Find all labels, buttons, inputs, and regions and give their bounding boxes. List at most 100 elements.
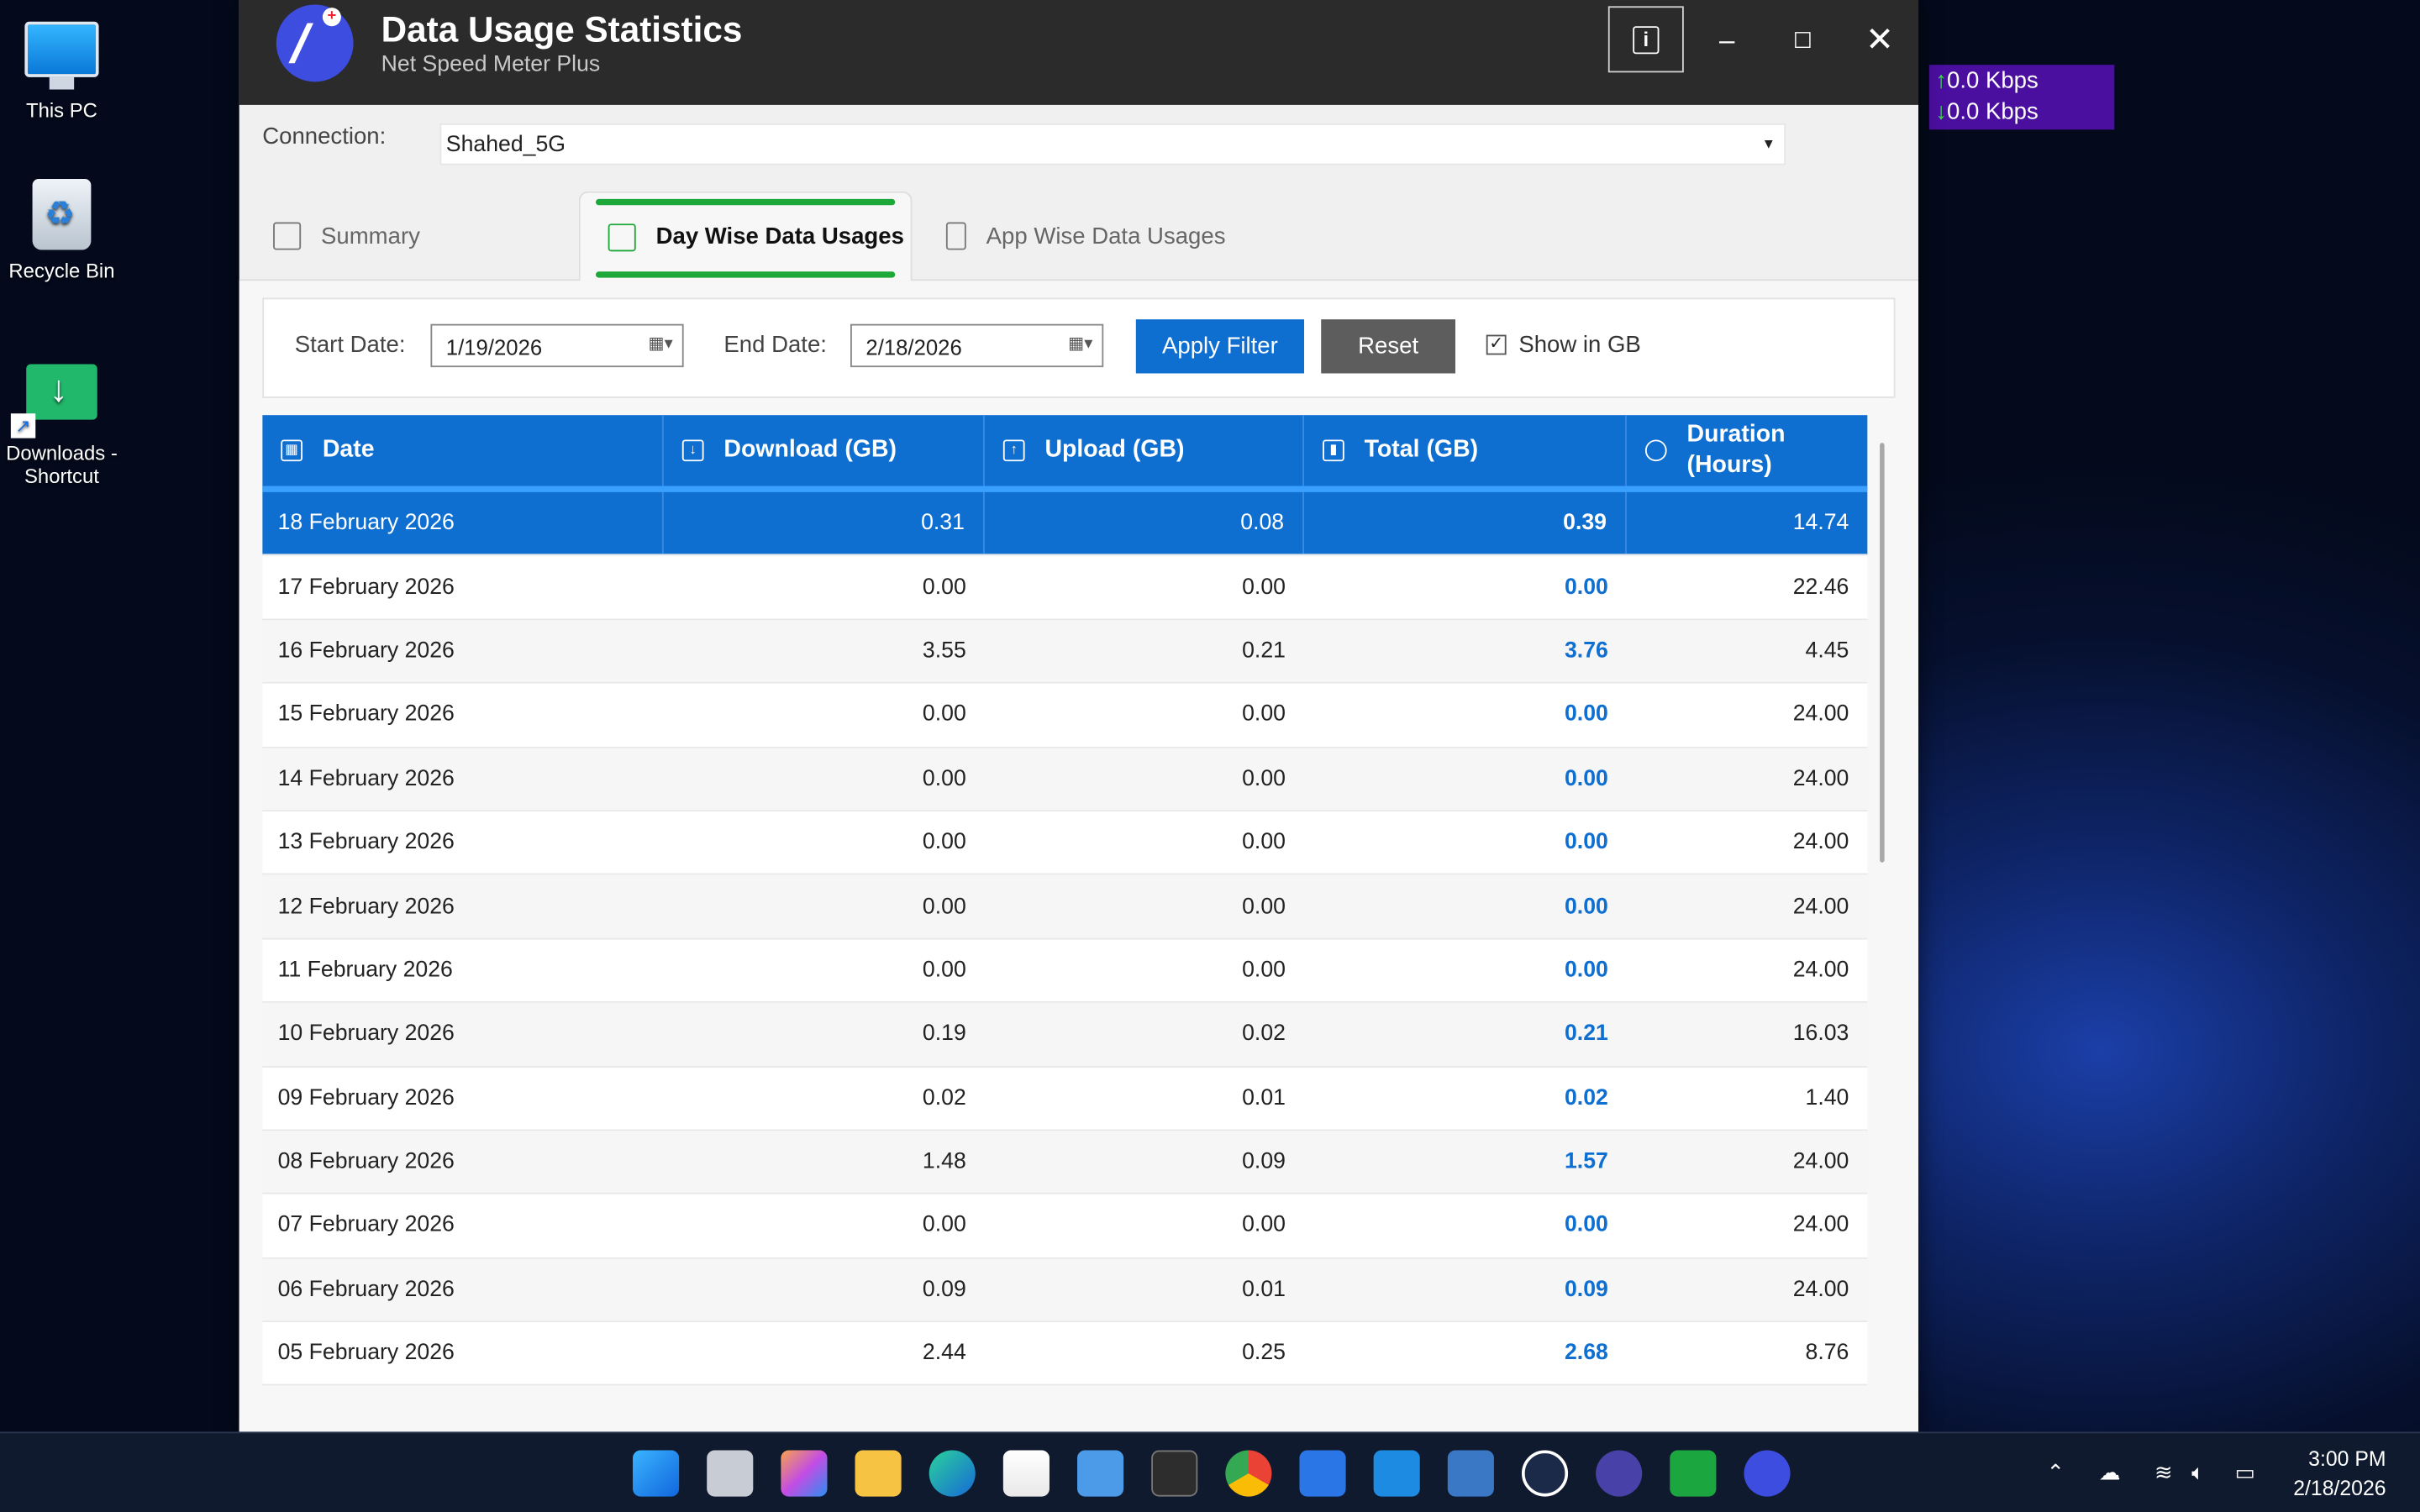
screen: This PC Recycle Bin ↗ Downloads - Shortc…: [0, 0, 2420, 1512]
cell-duration: 16.03: [1792, 1021, 1849, 1047]
table-row[interactable]: 16 February 2026 3.55 0.21 3.76 4.45: [262, 619, 1868, 684]
cell-duration: 22.46: [1792, 575, 1849, 600]
calendar-icon: [608, 223, 636, 251]
cell-duration: 24.00: [1792, 766, 1849, 791]
cell-total: 0.00: [1564, 766, 1608, 791]
show-in-gb-checkbox[interactable]: ✓: [1486, 334, 1507, 355]
end-date-picker[interactable]: 2/18/2026 ▦▾: [850, 323, 1104, 368]
vscode-icon[interactable]: [1373, 1450, 1420, 1497]
table-row[interactable]: 12 February 2026 0.00 0.00 0.00 24.00: [262, 875, 1868, 940]
table-row[interactable]: 09 February 2026 0.02 0.01 0.02 1.40: [262, 1067, 1868, 1131]
column-header-download[interactable]: ↓ Download (GB): [664, 415, 985, 486]
app-logo-icon: [276, 4, 354, 82]
window-title: Data Usage Statistics: [381, 9, 743, 50]
connection-select[interactable]: Shahed_5G ▼: [439, 123, 1786, 165]
cell-download: 0.00: [922, 702, 966, 727]
onedrive-icon[interactable]: ☁: [2099, 1460, 2121, 1486]
tab-app-wise[interactable]: App Wise Data Usages: [945, 192, 1225, 281]
download-icon: ↓: [681, 439, 704, 462]
cell-total: 0.02: [1564, 1085, 1608, 1110]
cell-upload: 0.08: [985, 491, 1305, 555]
column-header-duration[interactable]: Duration (Hours): [1627, 415, 1868, 486]
clock-time: 3:00 PM: [2308, 1446, 2386, 1471]
table-row[interactable]: 13 February 2026 0.00 0.00 0.00 24.00: [262, 811, 1868, 876]
speedometer-icon[interactable]: [1521, 1450, 1569, 1497]
table-row[interactable]: 17 February 2026 0.00 0.00 0.00 22.46: [262, 555, 1868, 620]
wifi-icon[interactable]: ≋: [2154, 1460, 2173, 1486]
cell-date: 15 February 2026: [277, 702, 455, 727]
app-icon[interactable]: [1299, 1450, 1346, 1497]
table-row[interactable]: 05 February 2026 2.44 0.25 2.68 8.76: [262, 1322, 1868, 1387]
column-header-total[interactable]: ▮ Total (GB): [1304, 415, 1627, 486]
task-view-icon[interactable]: [707, 1450, 754, 1497]
desktop-icon-this-pc[interactable]: This PC: [0, 9, 124, 122]
desktop-icon-label: Downloads - Shortcut: [6, 441, 118, 488]
cell-upload: 0.01: [1242, 1277, 1286, 1302]
cell-date: 13 February 2026: [277, 830, 455, 855]
system-clock[interactable]: 3:00 PM 2/18/2026: [2293, 1444, 2386, 1503]
calendar-dropdown-icon[interactable]: ▦▾: [1068, 333, 1092, 354]
desktop-icon-downloads[interactable]: ↗ Downloads - Shortcut: [0, 352, 124, 488]
filter-bar: Start Date: 1/19/2026 ▦▾ End Date: 2/18/…: [262, 297, 1896, 398]
terminal-icon[interactable]: [1151, 1450, 1198, 1497]
cell-upload: 0.09: [1242, 1149, 1286, 1174]
chevron-up-icon[interactable]: ⌃: [2046, 1460, 2065, 1486]
bar-chart-icon: [273, 222, 302, 250]
desktop-icon-recycle-bin[interactable]: Recycle Bin: [0, 179, 124, 282]
table-row[interactable]: 15 February 2026 0.00 0.00 0.00 24.00: [262, 683, 1868, 748]
title-bar[interactable]: Data Usage Statistics Net Speed Meter Pl…: [239, 0, 1919, 105]
calendar-dropdown-icon[interactable]: ▦▾: [649, 333, 673, 354]
remote-desktop-icon[interactable]: [1447, 1450, 1494, 1497]
reset-button[interactable]: Reset: [1321, 319, 1456, 374]
file-explorer-icon[interactable]: [855, 1450, 902, 1497]
table-row[interactable]: 14 February 2026 0.00 0.00 0.00 24.00: [262, 747, 1868, 812]
monitor-icon: [24, 21, 99, 90]
updown-icon[interactable]: [1670, 1450, 1717, 1497]
show-in-gb-label[interactable]: Show in GB: [1518, 332, 1641, 358]
minimize-button[interactable]: –: [1708, 22, 1745, 59]
battery-icon[interactable]: ▭: [2235, 1460, 2255, 1486]
store-icon[interactable]: [1002, 1450, 1050, 1497]
start-icon[interactable]: [633, 1450, 680, 1497]
cell-date: 18 February 2026: [262, 491, 664, 555]
recycle-bin-icon: [32, 179, 92, 250]
table-row[interactable]: 11 February 2026 0.00 0.00 0.00 24.00: [262, 939, 1868, 1004]
photos-icon[interactable]: [1077, 1450, 1124, 1497]
table-body: 18 February 2026 0.31 0.08 0.39 14.74 17 Febr…: [262, 491, 1868, 1387]
tab-summary[interactable]: Summary: [273, 192, 420, 281]
cell-total: 0.00: [1564, 958, 1608, 983]
cell-upload: 0.00: [1242, 830, 1286, 855]
maximize-button[interactable]: ☐: [1784, 22, 1821, 59]
tab-day-wise[interactable]: Day Wise Data Usages: [578, 191, 913, 281]
info-button[interactable]: i: [1607, 6, 1684, 73]
copilot-icon[interactable]: [781, 1450, 828, 1497]
cell-download: 1.48: [922, 1149, 966, 1174]
chrome-icon[interactable]: [1225, 1450, 1272, 1497]
table-row[interactable]: 06 February 2026 0.09 0.01 0.09 24.00: [262, 1258, 1868, 1323]
close-button[interactable]: ✕: [1861, 21, 1898, 59]
cell-total: 0.00: [1564, 830, 1608, 855]
volume-icon[interactable]: 🔈︎: [2191, 1460, 2204, 1486]
cell-duration: 1.40: [1805, 1085, 1849, 1110]
table-row[interactable]: 18 February 2026 0.31 0.08 0.39 14.74: [262, 491, 1868, 556]
net-speed-widget[interactable]: ↑0.0 Kbps ↓0.0 Kbps: [1928, 65, 2115, 130]
cell-upload: 0.00: [1242, 702, 1286, 727]
table-row[interactable]: 08 February 2026 1.48 0.09 1.57 24.00: [262, 1131, 1868, 1195]
edge-icon[interactable]: [929, 1450, 976, 1497]
cell-date: 17 February 2026: [277, 575, 455, 600]
chevron-down-icon[interactable]: ▼: [1753, 125, 1784, 164]
day-usage-table: ▦ Date ↓ Download (GB) ↑ Upload (GB) ▮ Total…: [262, 415, 1868, 1396]
start-date-picker[interactable]: 1/19/2026 ▦▾: [430, 323, 684, 368]
settings-chip-icon[interactable]: [1596, 1450, 1643, 1497]
column-header-upload[interactable]: ↑ Upload (GB): [985, 415, 1305, 486]
table-row[interactable]: 07 February 2026 0.00 0.00 0.00 24.00: [262, 1194, 1868, 1259]
cell-duration: 24.00: [1792, 894, 1849, 919]
app-list-icon: [945, 222, 966, 250]
table-scrollbar[interactable]: [1880, 443, 1885, 863]
end-date-label: End Date:: [723, 331, 827, 359]
down-arrow-icon: ↓: [1935, 98, 1947, 125]
net-speed-meter-icon[interactable]: [1744, 1450, 1791, 1497]
apply-filter-button[interactable]: Apply Filter: [1135, 319, 1305, 374]
column-header-date[interactable]: ▦ Date: [262, 415, 664, 486]
table-row[interactable]: 10 February 2026 0.19 0.02 0.21 16.03: [262, 1003, 1868, 1068]
